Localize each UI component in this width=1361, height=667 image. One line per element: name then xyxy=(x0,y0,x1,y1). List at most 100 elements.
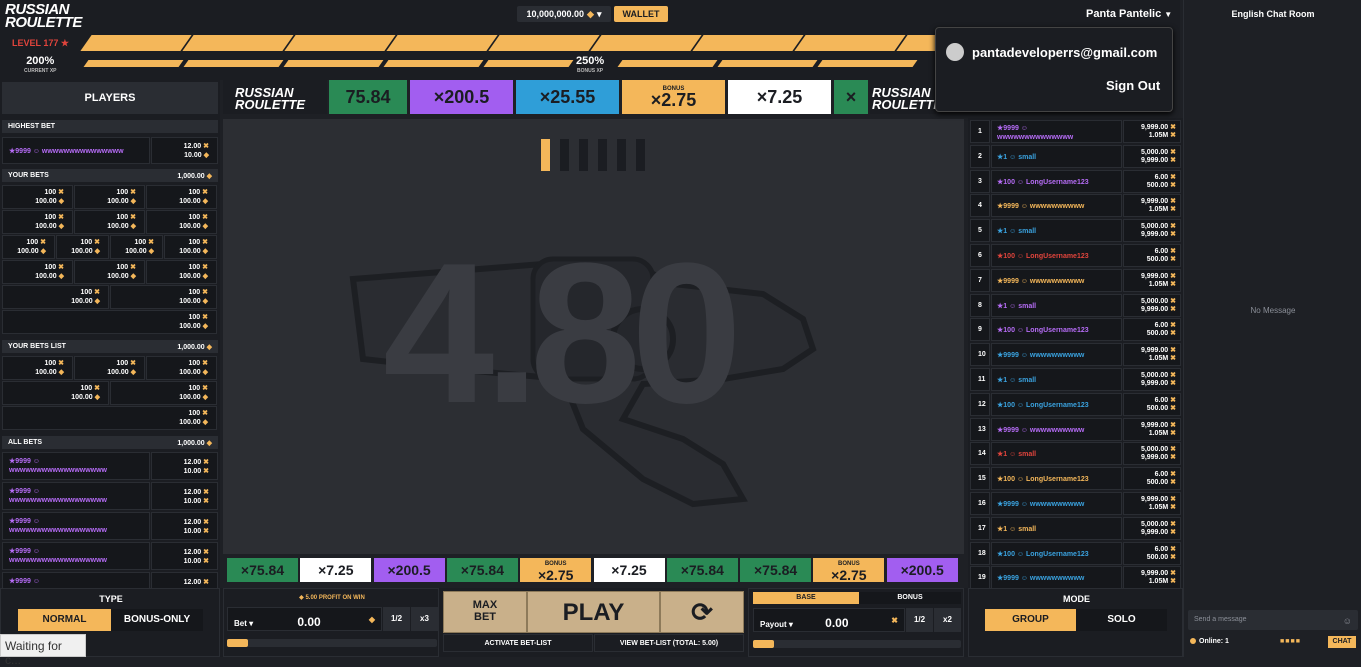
level-badge: LEVEL 177 ★ xyxy=(12,38,69,49)
payout-input[interactable]: Payout ▾ 0.00 ✖ xyxy=(753,608,905,632)
user-menu[interactable]: Panta Pantelic ▼ xyxy=(1086,8,1172,20)
row-user: ★100 ☺ LongUsername123 xyxy=(991,392,1122,416)
wallet-button[interactable]: WALLET xyxy=(614,6,668,22)
bonus-xp-segment xyxy=(483,60,574,67)
multiplier-value: ×7.25 xyxy=(318,561,354,578)
bonus-only-tab[interactable]: BONUS-ONLY xyxy=(111,609,203,631)
activate-bet-list-button[interactable]: ACTIVATE BET-LIST xyxy=(443,634,593,652)
sign-out-button[interactable]: Sign Out xyxy=(1106,78,1160,93)
auto-repeat-icon[interactable]: ⟳ xyxy=(660,591,744,633)
multiply-icon: ✖ xyxy=(200,289,208,296)
chat-input[interactable]: Send a message ☺ xyxy=(1188,610,1358,630)
row-username: 1 ☺ small xyxy=(1003,525,1037,533)
payout-slider[interactable] xyxy=(753,640,961,648)
online-label: Online: 1 xyxy=(1199,638,1229,645)
row-amounts: 5,000.00 ✖ 9,999.00 ✖ xyxy=(1123,219,1181,243)
row-amount-1: 9,999.00 xyxy=(1140,421,1169,429)
play-button[interactable]: PLAY xyxy=(527,591,660,633)
multiplier-chip: ×25.55 xyxy=(516,80,619,114)
multiply-icon: ✖ xyxy=(1168,504,1176,511)
payout-double-button[interactable]: x2 xyxy=(934,608,961,632)
youtube-icon[interactable]: ■ xyxy=(1296,638,1301,645)
bet-cell: 100 ✖ 100.00 ◆ xyxy=(2,310,217,334)
multiply-icon: ✖ xyxy=(1168,231,1176,239)
all-bets-amounts: 12.00 ✖10.00 ✖ xyxy=(151,572,218,588)
leaderboard-row: 14 ★1 ☺ small 5,000.00 ✖ 9,999.00 ✖ xyxy=(970,442,1181,466)
row-username: 9999 ☺ wwwwwwwwww xyxy=(1003,277,1085,285)
multiply-icon: ✖ xyxy=(201,489,209,496)
row-amounts: 6.00 ✖ 500.00 ✖ xyxy=(1123,318,1181,342)
all-bets-mult: 12.00 xyxy=(183,549,202,556)
balance-display[interactable]: 10,000,000.00 ◆ ▾ xyxy=(517,6,611,22)
bet-cell: 100 ✖ 100.00 ◆ xyxy=(2,285,109,309)
players-tab[interactable]: PLAYERS xyxy=(2,82,218,114)
multiply-icon: ✖ xyxy=(128,189,136,196)
row-username: 100 ☺ LongUsername123 xyxy=(1003,178,1089,186)
row-amount-2: 500.00 xyxy=(1146,553,1169,561)
strip-logo2-line2: ROULETTE xyxy=(872,97,943,112)
all-bets-username: 9999 ☺ xyxy=(15,458,40,465)
bet-mult: 100 xyxy=(116,189,129,196)
bet-half-button[interactable]: 1/2 xyxy=(383,607,410,631)
bet-triple-button[interactable]: x3 xyxy=(411,607,438,631)
bet-mult: 100 xyxy=(116,264,129,271)
bonus-tab[interactable]: BONUS xyxy=(859,592,961,604)
payout-half-button[interactable]: 1/2 xyxy=(906,608,933,632)
strip-logo: RUSSIAN ROULETTE xyxy=(223,80,327,114)
your-bets-list-header: YOUR BETS LIST 1,000.00 ◆ xyxy=(2,340,218,353)
bet-mult: 100 xyxy=(188,239,201,246)
row-amounts: 6.00 ✖ 500.00 ✖ xyxy=(1123,244,1181,267)
row-amounts: 6.00 ✖ 500.00 ✖ xyxy=(1123,169,1181,193)
bet-mult: 100 xyxy=(188,214,201,221)
logo[interactable]: RUSSIAN ROULETTE xyxy=(5,2,82,30)
crash-multiplier: 4.80 xyxy=(383,222,742,445)
gem-icon: ◆ xyxy=(200,223,208,230)
multiplier-chip: 75.84 xyxy=(329,80,407,114)
bonus-xp-segment xyxy=(183,60,284,67)
xp-bar-segment xyxy=(794,35,906,51)
multiply-icon: ✖ xyxy=(1168,181,1176,189)
row-user: ★9999 ☺ wwwwwwwwww xyxy=(991,194,1122,218)
leaderboard-row: 8 ★1 ☺ small 5,000.00 ✖ 9,999.00 ✖ xyxy=(970,293,1181,317)
all-bets-amt: 10.00 xyxy=(183,528,202,535)
bet-cell: 100 ✖ 100.00 ◆ xyxy=(74,356,145,380)
round-pip xyxy=(598,139,607,171)
row-rank: 9 xyxy=(970,318,990,342)
gem-icon: ◆ xyxy=(200,248,208,255)
bet-slider[interactable] xyxy=(227,639,437,647)
chat-toggle-button[interactable]: CHAT xyxy=(1328,636,1356,648)
profit-label: 5.00 PROFIT ON WIN xyxy=(305,595,365,601)
max-bet-button[interactable]: MAX BET xyxy=(443,591,527,633)
multiply-icon: ✖ xyxy=(1168,520,1176,528)
emoji-icon[interactable]: ☺ xyxy=(1343,616,1352,626)
row-amount-1: 6.00 xyxy=(1154,322,1169,330)
all-bets-name: wwwwwwwwwwwwwwwwww xyxy=(9,557,108,564)
group-tab[interactable]: GROUP xyxy=(985,609,1076,631)
all-bets-username: 9999 ☺ xyxy=(15,518,40,525)
gem-icon: ◆ xyxy=(56,223,64,230)
multiply-icon: ✖ xyxy=(1168,256,1176,263)
gem-icon: ◆ xyxy=(200,298,208,305)
multiplier-value: ×75.84 xyxy=(753,561,798,578)
multiply-icon: ✖ xyxy=(1168,223,1176,231)
bet-value: 0.00 xyxy=(297,615,321,629)
bet-cell: 100 ✖ 100.00 ◆ xyxy=(110,235,163,259)
base-tab[interactable]: BASE xyxy=(753,592,859,604)
solo-tab[interactable]: SOLO xyxy=(1076,609,1167,631)
gem-icon: ◆ xyxy=(203,152,209,159)
normal-tab[interactable]: NORMAL xyxy=(18,609,111,631)
multiply-icon: ✖ xyxy=(1168,372,1176,379)
row-amount-2: 9,999.00 xyxy=(1140,305,1169,313)
all-bets-amounts: 12.00 ✖10.00 ✖ xyxy=(151,542,218,570)
chat-input-placeholder: Send a message xyxy=(1194,616,1247,623)
gem-icon: ◆ xyxy=(92,248,100,255)
multiplier-chip: ×200.5 xyxy=(373,558,445,582)
view-bet-list-button[interactable]: VIEW BET-LIST (TOTAL: 5.00) xyxy=(594,634,744,652)
chat-room-title[interactable]: English Chat Room xyxy=(1184,9,1361,19)
row-amount-2: 9,999.00 xyxy=(1140,156,1169,164)
gem-icon: ◆ xyxy=(128,198,136,205)
row-amount-1: 9,999.00 xyxy=(1140,496,1169,503)
bet-input[interactable]: Bet ▾ 0.00 ◆ xyxy=(227,607,382,631)
bet-mult: 100 xyxy=(188,385,201,392)
chevron-down-icon: ▼ xyxy=(1164,10,1173,19)
